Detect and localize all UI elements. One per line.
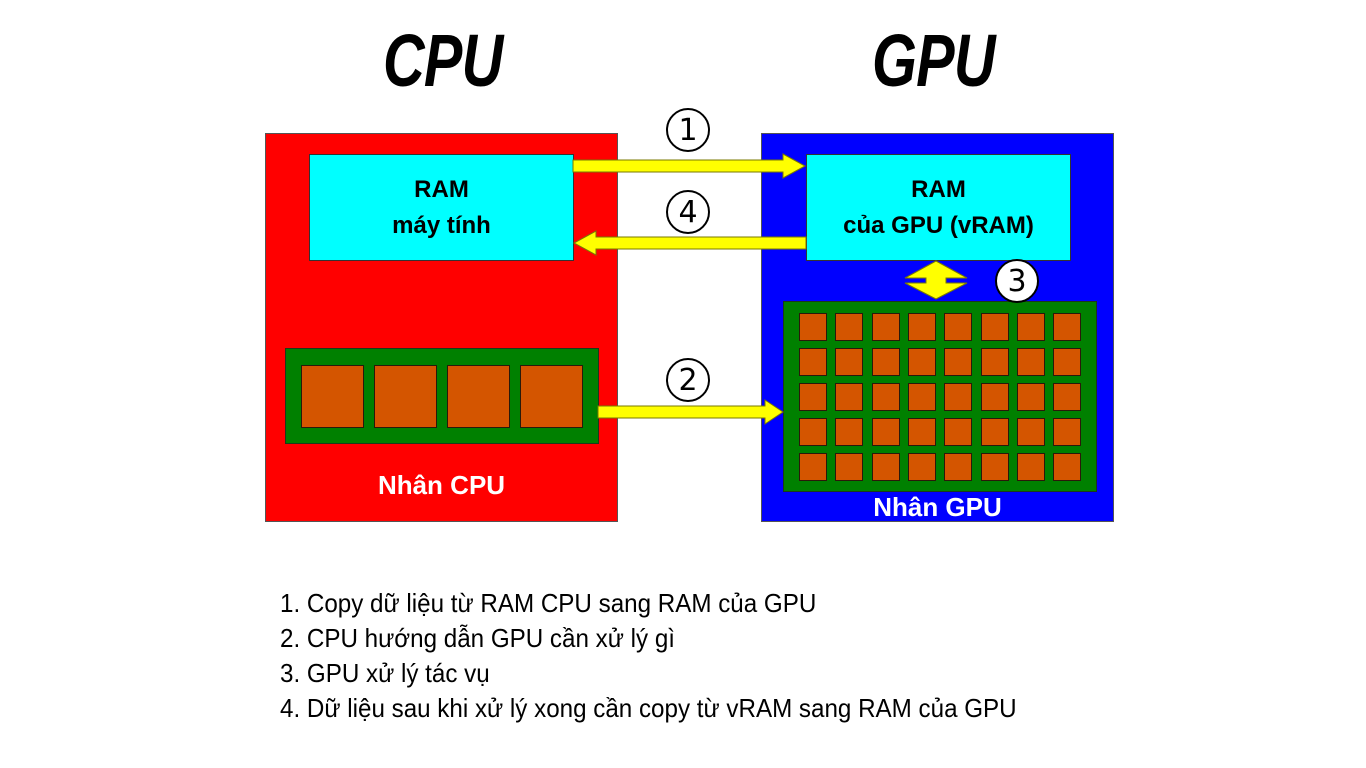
step-item-3: 3. GPU xử lý tác vụ <box>280 658 490 688</box>
step-item-4: 4. Dữ liệu sau khi xử lý xong cần copy t… <box>280 693 1017 723</box>
step-badge-3: 3 <box>995 259 1039 303</box>
step-item-1: 1. Copy dữ liệu từ RAM CPU sang RAM của … <box>280 588 817 618</box>
step-item-2: 2. CPU hướng dẫn GPU cần xử lý gì <box>280 623 675 653</box>
arrow-2-instruct <box>597 399 784 425</box>
step-badge-1: 1 <box>666 108 710 152</box>
arrow-3-process <box>904 260 968 300</box>
steps-list: 1. Copy dữ liệu từ RAM CPU sang RAM của … <box>280 586 1017 726</box>
step-badge-2: 2 <box>666 358 710 402</box>
arrow-4-copy-back <box>572 230 807 256</box>
arrow-1-copy-to-vram <box>572 153 807 179</box>
step-badge-4: 4 <box>666 190 710 234</box>
